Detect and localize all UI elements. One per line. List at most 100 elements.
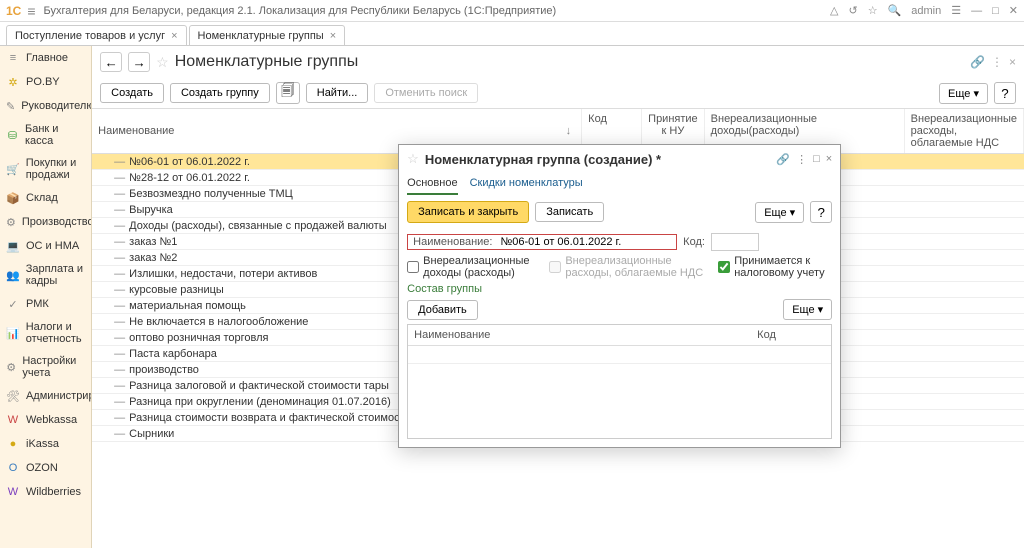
nav-forward-button[interactable]: → bbox=[128, 52, 150, 72]
name-label: Наименование: bbox=[409, 236, 496, 248]
chk-nu[interactable] bbox=[718, 261, 730, 273]
name-field-wrap: Наименование: bbox=[407, 234, 677, 250]
link-icon[interactable]: 🔗 bbox=[970, 55, 985, 69]
tab-label: Поступление товаров и услуг bbox=[15, 30, 165, 42]
app-title: Бухгалтерия для Беларуси, редакция 2.1. … bbox=[44, 5, 831, 17]
sidebar-item[interactable]: ✲PO.BY bbox=[0, 70, 91, 94]
section-title: Состав группы bbox=[407, 283, 832, 295]
more-menu-icon[interactable]: ⋮ bbox=[796, 153, 807, 166]
tab-discounts[interactable]: Скидки номенклатуры bbox=[470, 173, 583, 195]
sidebar-item[interactable]: 💻 ОС и НМА bbox=[0, 234, 91, 258]
sidebar-icon: W bbox=[6, 413, 20, 427]
code-label: Код: bbox=[683, 236, 705, 248]
more-button[interactable]: Еще ▾ bbox=[939, 83, 988, 104]
col-nds[interactable]: Внереализационные расходы, облагаемые НД… bbox=[905, 109, 1024, 153]
create-button[interactable]: Создать bbox=[100, 83, 164, 103]
create-group-button[interactable]: Создать группу bbox=[170, 83, 270, 103]
sub-grid-row[interactable] bbox=[408, 346, 831, 364]
list-toolbar: Создать Создать группу 🗐 Найти... Отмени… bbox=[92, 78, 1024, 108]
tab-main[interactable]: Основное bbox=[407, 173, 457, 195]
sidebar-item[interactable]: ✓ РМК bbox=[0, 292, 91, 316]
tabbar: Поступление товаров и услуг × Номенклату… bbox=[0, 22, 1024, 46]
sidebar-item[interactable]: 📦Склад bbox=[0, 186, 91, 210]
sidebar-item-label: Зарплата и кадры bbox=[26, 263, 85, 287]
link-icon[interactable]: 🔗 bbox=[776, 153, 790, 166]
close-icon[interactable]: × bbox=[826, 153, 832, 165]
sub-col-name[interactable]: Наименование bbox=[408, 325, 751, 345]
sidebar-item-label: РМК bbox=[26, 298, 49, 310]
find-button[interactable]: Найти... bbox=[306, 83, 369, 103]
minimize-icon[interactable]: — bbox=[971, 5, 982, 17]
sidebar-icon: 📦 bbox=[6, 191, 20, 205]
user-menu-icon[interactable]: ☰ bbox=[951, 4, 961, 17]
tab-receipt[interactable]: Поступление товаров и услуг × bbox=[6, 25, 187, 45]
sidebar-icon: 📊 bbox=[6, 326, 20, 340]
cancel-search-button[interactable]: Отменить поиск bbox=[374, 83, 478, 103]
sidebar-icon: ⛁ bbox=[6, 128, 19, 142]
sidebar-item[interactable]: 🛒Покупки и продажи bbox=[0, 152, 91, 186]
close-icon[interactable]: × bbox=[171, 30, 177, 42]
notify-icon[interactable]: △ bbox=[830, 4, 838, 17]
star-icon[interactable]: ☆ bbox=[868, 4, 878, 17]
add-button[interactable]: Добавить bbox=[407, 300, 478, 320]
sidebar-icon: ✓ bbox=[6, 297, 20, 311]
sub-more-button[interactable]: Еще ▾ bbox=[783, 299, 832, 320]
close-icon[interactable]: × bbox=[330, 30, 336, 42]
chk-nonrealiz[interactable] bbox=[407, 261, 419, 273]
sub-grid[interactable]: Наименование Код bbox=[407, 324, 832, 439]
tab-nomenclature-groups[interactable]: Номенклатурные группы × bbox=[189, 25, 346, 45]
copy-button[interactable]: 🗐 bbox=[276, 82, 300, 104]
sidebar-item[interactable]: ⚙Настройки учета bbox=[0, 350, 91, 384]
sidebar-item[interactable]: WWildberries bbox=[0, 480, 91, 504]
save-close-button[interactable]: Записать и закрыть bbox=[407, 201, 529, 223]
sidebar-icon: W bbox=[6, 485, 20, 499]
maximize-icon[interactable]: □ bbox=[813, 153, 820, 165]
sidebar-item-label: Настройки учета bbox=[22, 355, 85, 379]
sidebar-item[interactable]: ⚙Производство bbox=[0, 210, 91, 234]
dialog-header: ☆ Номенклатурная группа (создание) * 🔗 ⋮… bbox=[399, 145, 840, 173]
sidebar-item-label: OZON bbox=[26, 462, 58, 474]
sidebar-item-label: PO.BY bbox=[26, 76, 60, 88]
favorite-icon[interactable]: ☆ bbox=[407, 151, 419, 167]
sidebar-item[interactable]: ⛁Банк и касса bbox=[0, 118, 91, 152]
sidebar-item[interactable]: ≡Главное bbox=[0, 46, 91, 70]
sidebar-item[interactable]: 📊Налоги и отчетность bbox=[0, 316, 91, 350]
dialog-nomenclature-group: ☆ Номенклатурная группа (создание) * 🔗 ⋮… bbox=[398, 144, 841, 448]
sidebar-item[interactable]: OOZON bbox=[0, 456, 91, 480]
sidebar-item[interactable]: ✎ Руководителю bbox=[0, 94, 91, 118]
dialog-more-button[interactable]: Еще ▾ bbox=[755, 202, 804, 223]
user-label[interactable]: admin bbox=[911, 5, 941, 17]
hamburger-icon[interactable]: ≡ bbox=[27, 3, 35, 19]
titlebar: 1С ≡ Бухгалтерия для Беларуси, редакция … bbox=[0, 0, 1024, 22]
sidebar-item[interactable]: 👥Зарплата и кадры bbox=[0, 258, 91, 292]
sidebar-item-label: Руководителю bbox=[21, 100, 92, 112]
sidebar-item-label: Администрирование bbox=[26, 390, 92, 402]
dialog-toolbar: Записать и закрыть Записать Еще ▾ ? bbox=[399, 195, 840, 229]
history-icon[interactable]: ↺ bbox=[848, 4, 857, 17]
sidebar-item-label: Производство bbox=[22, 216, 92, 228]
sidebar-item[interactable]: WWebkassa bbox=[0, 408, 91, 432]
close-app-icon[interactable]: ✕ bbox=[1009, 4, 1018, 17]
sidebar-item[interactable]: ●iKassa bbox=[0, 432, 91, 456]
name-input[interactable] bbox=[500, 236, 675, 248]
search-icon[interactable]: 🔍 bbox=[888, 4, 902, 17]
sidebar-icon: 💻 bbox=[6, 239, 20, 253]
more-menu-icon[interactable]: ⋮ bbox=[991, 55, 1003, 69]
sub-col-code[interactable]: Код bbox=[751, 325, 831, 345]
sidebar-icon: ≡ bbox=[6, 51, 20, 65]
help-button[interactable]: ? bbox=[994, 82, 1016, 104]
sidebar-item-label: ОС и НМА bbox=[26, 240, 79, 252]
favorite-icon[interactable]: ☆ bbox=[156, 54, 169, 71]
close-page-icon[interactable]: × bbox=[1009, 55, 1016, 69]
save-button[interactable]: Записать bbox=[535, 202, 604, 222]
code-input[interactable] bbox=[711, 233, 759, 251]
sidebar: ≡Главное✲PO.BY ✎ Руководителю ⛁Банк и касса… bbox=[0, 46, 92, 548]
maximize-icon[interactable]: □ bbox=[992, 5, 999, 17]
dialog-tabs: Основное Скидки номенклатуры bbox=[399, 173, 840, 195]
sidebar-icon: ✎ bbox=[6, 99, 15, 113]
content-area: ← → ☆ Номенклатурные группы 🔗 ⋮ × Создат… bbox=[92, 46, 1024, 548]
nav-back-button[interactable]: ← bbox=[100, 52, 122, 72]
sidebar-item[interactable]: 🛠Администрирование bbox=[0, 384, 91, 408]
page-title: Номенклатурные группы bbox=[175, 53, 359, 71]
dialog-help-button[interactable]: ? bbox=[810, 201, 832, 223]
